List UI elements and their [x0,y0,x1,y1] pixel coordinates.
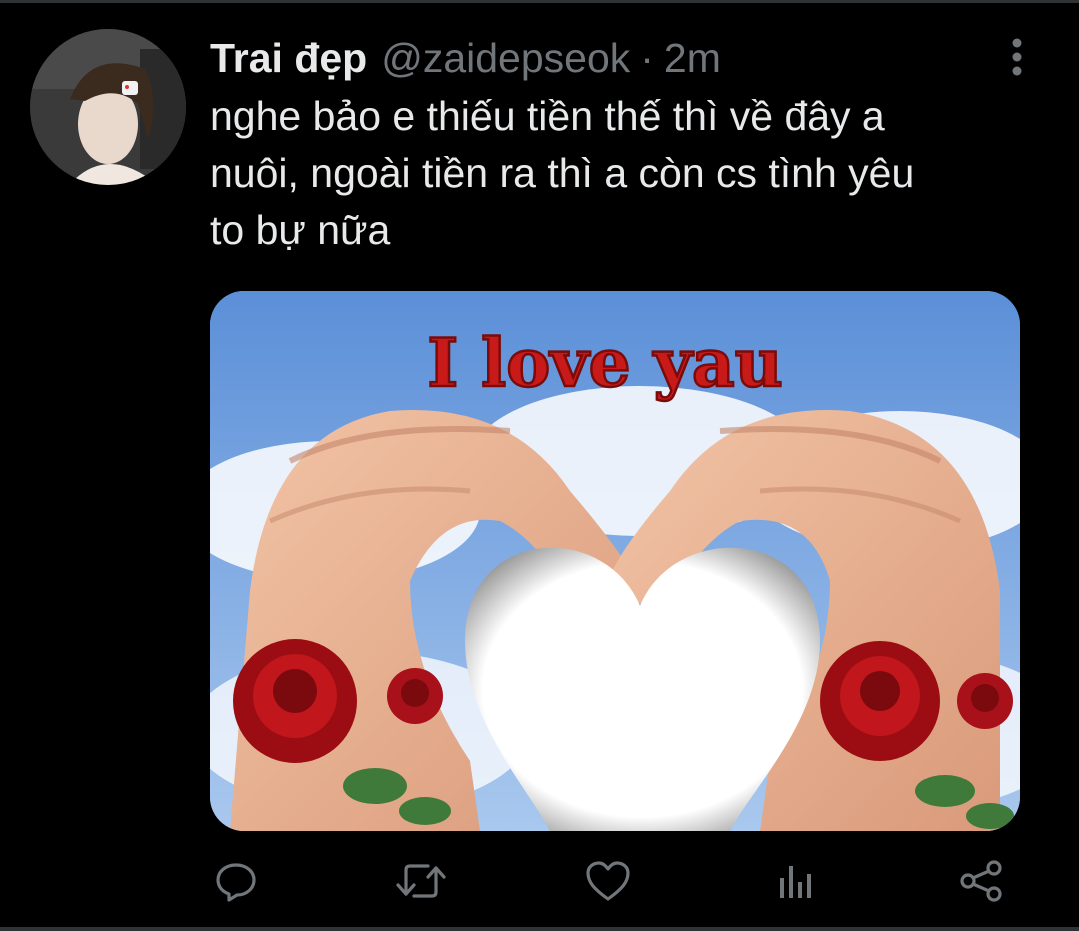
analytics-button[interactable] [764,850,826,912]
media-overlay-text: I love yau [427,324,782,402]
display-name[interactable]: Trai đẹp [210,34,367,82]
more-options-button[interactable] [1000,36,1034,78]
share-icon [960,860,1002,902]
more-vertical-icon [1012,38,1022,76]
bottom-divider [0,927,1079,931]
tweet-action-bar [0,850,1079,912]
tweet-text-line: nuôi, ngoài tiền ra thì a còn cs tình yê… [210,150,915,196]
timestamp[interactable]: 2m [664,34,721,82]
share-button[interactable] [950,850,1012,912]
avatar[interactable] [30,29,186,185]
separator-dot: · [640,35,654,81]
analytics-icon [780,866,811,898]
tweet-media-image[interactable]: I love yau [210,291,1020,831]
tweet-text-line: to bự nữa [210,207,391,253]
reply-button[interactable] [205,850,267,912]
top-divider [0,0,1079,3]
like-button[interactable] [577,850,639,912]
tweet-header: Trai đẹp @zaidepseok · 2m [210,34,721,82]
heart-icon [586,861,630,901]
retweet-icon [396,864,446,898]
retweet-button[interactable] [390,850,452,912]
tweet-text: nghe bảo e thiếu tiền thế thì về đây a n… [210,88,1050,259]
user-handle[interactable]: @zaidepseok [381,34,630,82]
reply-icon [216,863,256,902]
tweet-text-line: nghe bảo e thiếu tiền thế thì về đây a [210,93,885,139]
